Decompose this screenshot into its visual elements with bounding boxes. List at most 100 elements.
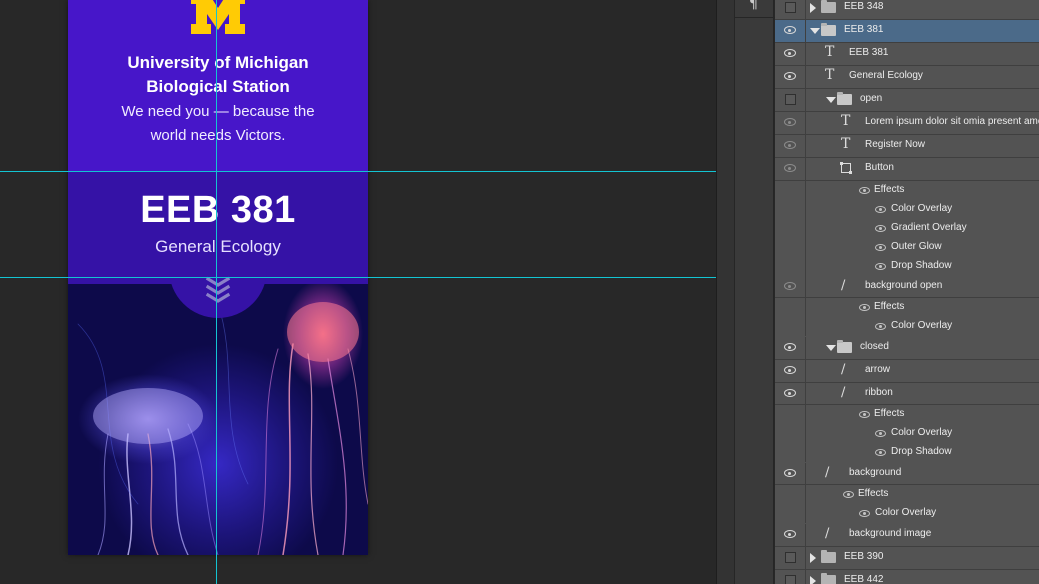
effect-visibility-icon[interactable] [875,244,886,251]
eye-icon[interactable] [784,282,796,290]
visibility-toggle[interactable] [775,463,806,484]
eye-icon[interactable] [784,49,796,57]
visibility-toggle[interactable] [775,360,806,382]
visibility-toggle[interactable] [775,317,806,336]
layer-effect-row[interactable]: Outer Glow [775,238,1039,257]
eye-icon[interactable] [784,366,796,374]
eye-icon[interactable] [784,72,796,80]
hidden-visibility-box[interactable] [785,2,796,13]
visibility-toggle[interactable] [775,219,806,238]
effect-visibility-icon[interactable] [859,187,870,194]
layer-row[interactable]: EEB 381 [775,20,1039,43]
hidden-visibility-box[interactable] [785,552,796,563]
layer-effects-header[interactable]: Effects [775,405,1039,424]
layer-row[interactable]: EEB 442 [775,570,1039,584]
eye-icon[interactable] [784,26,796,34]
layer-row[interactable]: ∕ background open [775,276,1039,298]
effect-visibility-icon[interactable] [875,323,886,330]
layer-effect-row[interactable]: Gradient Overlay [775,219,1039,238]
effect-visibility-icon[interactable] [859,411,870,418]
paragraph-icon[interactable]: ¶ [749,0,758,12]
hidden-visibility-box[interactable] [785,94,796,105]
visibility-toggle[interactable] [775,383,806,404]
panel-divider[interactable] [716,0,734,584]
visibility-toggle[interactable] [775,504,806,523]
visibility-toggle[interactable] [775,405,806,424]
hidden-visibility-box[interactable] [785,575,796,584]
visibility-toggle[interactable] [775,337,806,359]
visibility-toggle[interactable] [775,257,806,276]
effect-visibility-icon[interactable] [875,430,886,437]
visibility-toggle[interactable] [775,276,806,297]
visibility-toggle[interactable] [775,89,806,111]
layer-row[interactable]: ∕ background image [775,524,1039,547]
layer-effect-row[interactable]: Drop Shadow [775,257,1039,276]
layer-row[interactable]: T General Ecology [775,66,1039,89]
visibility-toggle[interactable] [775,443,806,462]
visibility-toggle[interactable] [775,112,806,134]
expand-triangle-icon[interactable] [810,3,816,13]
layer-effects-header[interactable]: Effects [775,298,1039,317]
expand-triangle-icon[interactable] [810,553,816,563]
document-canvas[interactable]: University of Michigan Biological Statio… [0,0,716,584]
effect-visibility-icon[interactable] [875,206,886,213]
collapse-triangle-icon[interactable] [826,97,836,103]
eye-icon[interactable] [784,530,796,538]
visibility-toggle[interactable] [775,424,806,443]
collapse-triangle-icon[interactable] [826,345,836,351]
layers-panel[interactable]: EEB 348 EEB 381 T EEB 381 T General Ecology op… [775,0,1039,584]
visibility-toggle[interactable] [775,298,806,317]
layer-effect-row[interactable]: Drop Shadow [775,443,1039,462]
visibility-toggle[interactable] [775,158,806,180]
effect-visibility-icon[interactable] [859,304,870,311]
eye-icon[interactable] [784,343,796,351]
collapse-triangle-icon[interactable] [810,28,820,34]
visibility-toggle[interactable] [775,570,806,584]
layer-row[interactable]: T Lorem ipsum dolor sit omia present amet [775,112,1039,135]
layer-row[interactable]: ∕ background [775,463,1039,485]
horizontal-guide[interactable] [0,171,716,172]
layer-effect-row[interactable]: Color Overlay [775,317,1039,336]
layer-effects-header[interactable]: Effects [775,181,1039,200]
layer-effect-row[interactable]: Color Overlay [775,504,1039,523]
layer-row[interactable]: T EEB 381 [775,43,1039,66]
effect-visibility-icon[interactable] [859,510,870,517]
layer-row[interactable]: EEB 348 [775,0,1039,20]
layer-row[interactable]: EEB 390 [775,547,1039,570]
text-layer-icon: T [841,136,851,152]
eye-icon[interactable] [784,389,796,397]
visibility-toggle[interactable] [775,238,806,257]
effect-visibility-icon[interactable] [875,225,886,232]
visibility-toggle[interactable] [775,485,806,504]
layer-row[interactable]: ∕ arrow [775,360,1039,383]
effect-visibility-icon[interactable] [843,491,854,498]
visibility-toggle[interactable] [775,200,806,219]
eye-icon[interactable] [784,469,796,477]
layer-row[interactable]: ∕ ribbon [775,383,1039,405]
paragraph-panel-button[interactable]: ¶ [735,0,775,18]
layer-row[interactable]: open [775,89,1039,112]
layer-row[interactable]: closed [775,337,1039,360]
layer-effects-header[interactable]: Effects [775,485,1039,504]
visibility-toggle[interactable] [775,524,806,546]
horizontal-guide[interactable] [0,277,716,278]
visibility-toggle[interactable] [775,66,806,88]
layer-row[interactable]: T Register Now [775,135,1039,158]
visibility-toggle[interactable] [775,0,806,19]
effect-visibility-icon[interactable] [875,449,886,456]
effect-visibility-icon[interactable] [875,263,886,270]
eye-icon[interactable] [784,164,796,172]
chevron-down-icon[interactable] [205,276,231,304]
visibility-toggle[interactable] [775,20,806,42]
layer-effect-row[interactable]: Color Overlay [775,200,1039,219]
expand-triangle-icon[interactable] [810,576,816,584]
layer-row[interactable]: Button [775,158,1039,181]
eye-icon[interactable] [784,118,796,126]
visibility-toggle[interactable] [775,43,806,65]
vertical-guide[interactable] [216,0,217,584]
visibility-toggle[interactable] [775,547,806,569]
layer-effect-row[interactable]: Color Overlay [775,424,1039,443]
visibility-toggle[interactable] [775,181,806,200]
visibility-toggle[interactable] [775,135,806,157]
eye-icon[interactable] [784,141,796,149]
